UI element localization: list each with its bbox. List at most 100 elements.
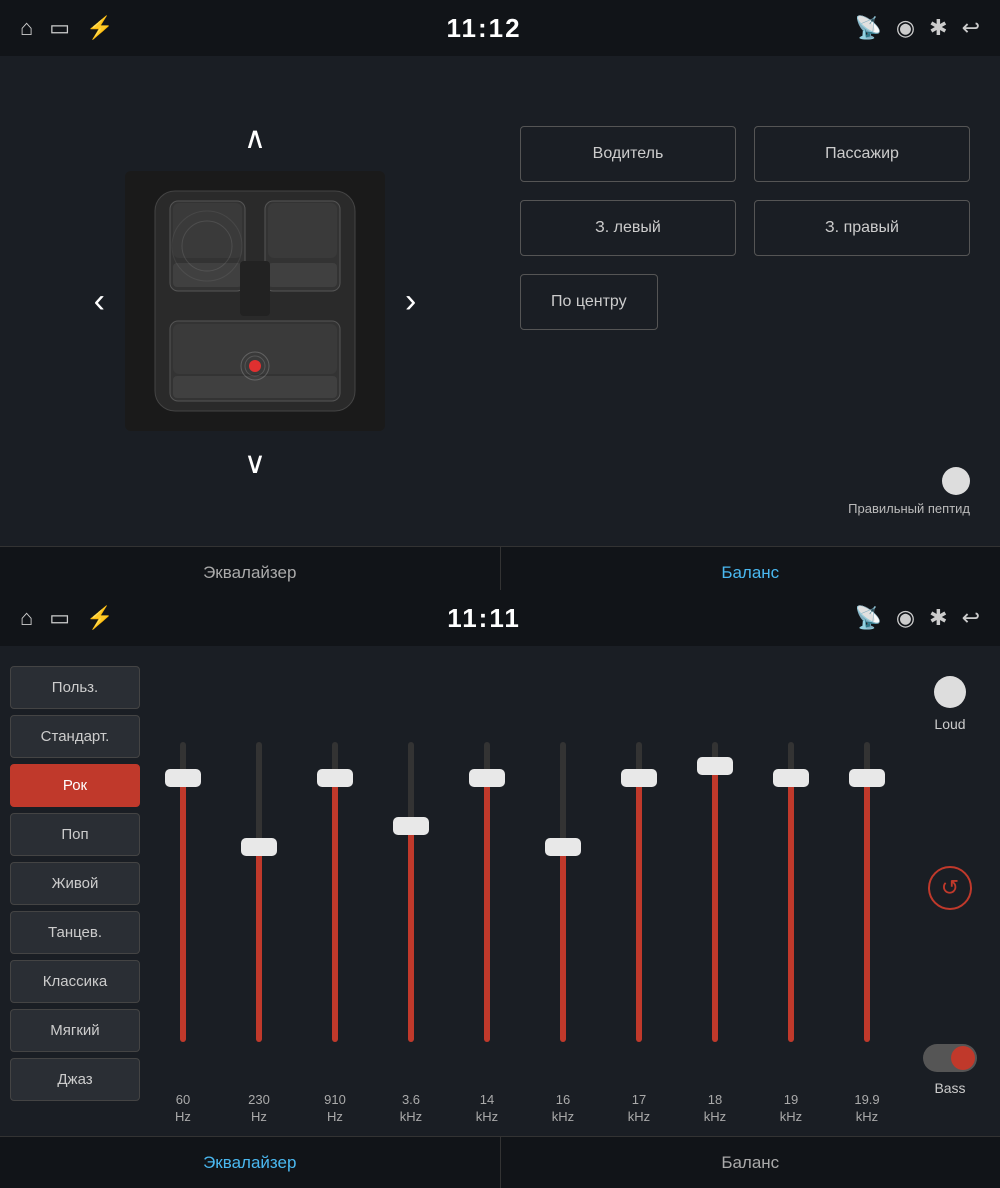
slider-track-7[interactable] xyxy=(712,742,718,1042)
slider-col-1 xyxy=(226,742,292,1042)
passenger-zone-button[interactable]: Пассажир xyxy=(754,126,970,182)
seat-area: ∧ ‹ xyxy=(30,76,480,526)
indicator-dot xyxy=(942,467,970,495)
freq-labels-row: 60Hz 230Hz 910Hz 3.6kHz 14kHz 16kHz 17kHz 18kHz… xyxy=(150,1092,900,1126)
location-icon[interactable]: ◉ xyxy=(896,15,915,41)
slider-track-1[interactable] xyxy=(256,742,262,1042)
cast-icon[interactable]: 📡 xyxy=(855,15,882,41)
balance-content: ∧ ‹ xyxy=(0,56,1000,546)
home-icon-bottom[interactable]: ⌂ xyxy=(20,605,33,631)
top-panel: ⌂ ▭ ⚡ 11:12 📡 ◉ ✱ ↩ ∧ ‹ xyxy=(0,0,1000,590)
slider-track-0[interactable] xyxy=(180,742,186,1042)
seat-right-button[interactable]: › xyxy=(395,272,426,331)
preset-btn-rok[interactable]: Рок xyxy=(10,764,140,807)
slider-col-0 xyxy=(150,742,216,1042)
slider-handle-8[interactable] xyxy=(773,769,809,787)
slider-fill-7 xyxy=(712,766,718,1042)
driver-zone-button[interactable]: Водитель xyxy=(520,126,736,182)
preset-btn-dzhaz[interactable]: Джаз xyxy=(10,1058,140,1101)
freq-label-5: 16kHz xyxy=(530,1092,596,1126)
rear-left-zone-button[interactable]: З. левый xyxy=(520,200,736,256)
loud-dot xyxy=(934,676,966,708)
reset-button[interactable]: ↺ xyxy=(928,866,972,910)
slider-handle-3[interactable] xyxy=(393,817,429,835)
loud-label: Loud xyxy=(934,716,965,732)
slider-track-4[interactable] xyxy=(484,742,490,1042)
bluetooth-icon[interactable]: ✱ xyxy=(929,15,947,41)
slider-handle-9[interactable] xyxy=(849,769,885,787)
slider-handle-4[interactable] xyxy=(469,769,505,787)
rear-zone-row: З. левый З. правый xyxy=(520,200,970,256)
slider-col-9 xyxy=(834,742,900,1042)
slider-track-5[interactable] xyxy=(560,742,566,1042)
indicator-area: Правильный пептид xyxy=(520,467,970,526)
slider-track-3[interactable] xyxy=(408,742,414,1042)
bottom-clock: 11:11 xyxy=(447,603,521,634)
eq-content: Польз. Стандарт. Рок Поп Живой Танцев. Классик… xyxy=(0,646,1000,1136)
slider-track-2[interactable] xyxy=(332,742,338,1042)
freq-label-2: 910Hz xyxy=(302,1092,368,1126)
preset-btn-zhivoy[interactable]: Живой xyxy=(10,862,140,905)
top-status-bar: ⌂ ▭ ⚡ 11:12 📡 ◉ ✱ ↩ xyxy=(0,0,1000,56)
screen-icon[interactable]: ▭ xyxy=(49,15,70,41)
seat-down-button[interactable]: ∨ xyxy=(224,441,286,486)
cast-icon-bottom[interactable]: 📡 xyxy=(855,605,882,631)
slider-col-4 xyxy=(454,742,520,1042)
bass-label: Bass xyxy=(934,1080,965,1096)
freq-label-4: 14kHz xyxy=(454,1092,520,1126)
preset-btn-standart[interactable]: Стандарт. xyxy=(10,715,140,758)
screen-icon-bottom[interactable]: ▭ xyxy=(49,605,70,631)
usb-icon-bottom[interactable]: ⚡ xyxy=(86,605,113,631)
bass-toggle[interactable] xyxy=(923,1044,977,1072)
home-icon[interactable]: ⌂ xyxy=(20,15,33,41)
center-zone-row: По центру xyxy=(520,274,970,330)
slider-handle-5[interactable] xyxy=(545,838,581,856)
bottom-status-left: ⌂ ▭ ⚡ xyxy=(20,605,114,631)
freq-label-7: 18kHz xyxy=(682,1092,748,1126)
bluetooth-icon-bottom[interactable]: ✱ xyxy=(929,605,947,631)
slider-track-9[interactable] xyxy=(864,742,870,1042)
slider-track-6[interactable] xyxy=(636,742,642,1042)
slider-handle-2[interactable] xyxy=(317,769,353,787)
slider-fill-5 xyxy=(560,847,566,1042)
back-icon-bottom[interactable]: ↩ xyxy=(962,605,980,631)
center-zone-button[interactable]: По центру xyxy=(520,274,658,330)
indicator-text: Правильный пептид xyxy=(848,501,970,516)
seat-left-button[interactable]: ‹ xyxy=(84,272,115,331)
usb-icon[interactable]: ⚡ xyxy=(86,15,113,41)
tab-balance-bottom[interactable]: Баланс xyxy=(501,1137,1000,1188)
preset-btn-pop[interactable]: Поп xyxy=(10,813,140,856)
seat-up-button[interactable]: ∧ xyxy=(224,116,286,161)
zone-buttons: Водитель Пассажир З. левый З. правый По … xyxy=(520,96,970,467)
slider-handle-1[interactable] xyxy=(241,838,277,856)
slider-fill-4 xyxy=(484,778,490,1042)
slider-fill-6 xyxy=(636,778,642,1042)
status-bar-left-icons: ⌂ ▭ ⚡ xyxy=(20,15,114,41)
preset-btn-polz[interactable]: Польз. xyxy=(10,666,140,709)
slider-fill-9 xyxy=(864,778,870,1042)
preset-list: Польз. Стандарт. Рок Поп Живой Танцев. Классик… xyxy=(10,656,140,1126)
back-icon[interactable]: ↩ xyxy=(962,15,980,41)
preset-btn-klassika[interactable]: Классика xyxy=(10,960,140,1003)
freq-label-9: 19.9kHz xyxy=(834,1092,900,1126)
zones-area: Водитель Пассажир З. левый З. правый По … xyxy=(520,76,970,526)
slider-handle-6[interactable] xyxy=(621,769,657,787)
slider-track-8[interactable] xyxy=(788,742,794,1042)
slider-col-6 xyxy=(606,742,672,1042)
freq-label-3: 3.6kHz xyxy=(378,1092,444,1126)
freq-label-0: 60Hz xyxy=(150,1092,216,1126)
status-bar-right-icons: 📡 ◉ ✱ ↩ xyxy=(855,15,980,41)
slider-handle-0[interactable] xyxy=(165,769,201,787)
bass-toggle-knob xyxy=(951,1046,975,1070)
slider-handle-7[interactable] xyxy=(697,757,733,775)
rear-right-zone-button[interactable]: З. правый xyxy=(754,200,970,256)
preset-btn-tantsev[interactable]: Танцев. xyxy=(10,911,140,954)
freq-label-6: 17kHz xyxy=(606,1092,672,1126)
freq-label-1: 230Hz xyxy=(226,1092,292,1126)
location-icon-bottom[interactable]: ◉ xyxy=(896,605,915,631)
tab-equalizer-bottom[interactable]: Эквалайзер xyxy=(0,1137,500,1188)
slider-fill-2 xyxy=(332,778,338,1042)
bottom-status-right: 📡 ◉ ✱ ↩ xyxy=(855,605,980,631)
slider-col-2 xyxy=(302,742,368,1042)
preset-btn-myagkiy[interactable]: Мягкий xyxy=(10,1009,140,1052)
